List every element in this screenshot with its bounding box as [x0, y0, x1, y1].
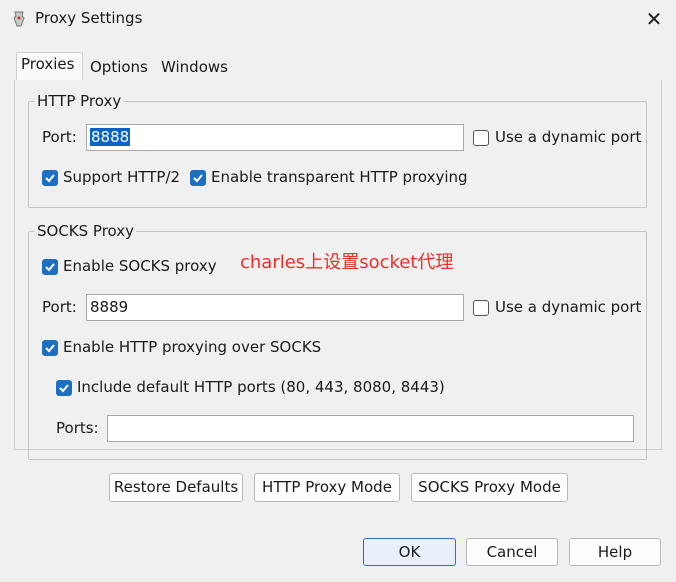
tab-options[interactable]: Options — [86, 56, 154, 81]
window-title: Proxy Settings — [35, 9, 143, 27]
http-port-label: Port: — [42, 128, 77, 146]
ok-button[interactable]: OK — [363, 538, 456, 566]
http-dynamic-port-checkbox[interactable] — [473, 130, 489, 146]
cancel-button[interactable]: Cancel — [466, 538, 558, 566]
restore-defaults-button[interactable]: Restore Defaults — [109, 473, 243, 502]
app-icon — [10, 10, 28, 28]
help-button[interactable]: Help — [569, 538, 661, 566]
annotation-text: charles上设置socket代理 — [240, 252, 454, 273]
check-icon — [45, 263, 55, 272]
http-proxy-group — [28, 101, 647, 208]
default-ports-checkbox[interactable] — [56, 380, 72, 396]
http-proxy-legend: HTTP Proxy — [35, 92, 124, 110]
http-over-socks-checkbox[interactable] — [42, 340, 58, 356]
tab-windows[interactable]: Windows — [157, 56, 233, 81]
check-icon — [45, 174, 55, 183]
check-icon — [59, 384, 69, 393]
close-icon[interactable]: ✕ — [640, 6, 668, 32]
http-over-socks-label: Enable HTTP proxying over SOCKS — [63, 338, 322, 356]
transparent-proxy-checkbox[interactable] — [190, 170, 206, 186]
title-bar: Proxy Settings ✕ — [0, 0, 676, 38]
http-proxy-mode-button[interactable]: HTTP Proxy Mode — [254, 473, 400, 502]
socks-proxy-legend: SOCKS Proxy — [35, 222, 137, 240]
http-dynamic-port-label: Use a dynamic port — [495, 128, 642, 146]
enable-socks-label: Enable SOCKS proxy — [63, 257, 217, 275]
tab-proxies[interactable]: Proxies — [16, 52, 83, 81]
enable-socks-checkbox[interactable] — [42, 259, 58, 275]
socks-proxy-mode-button[interactable]: SOCKS Proxy Mode — [411, 473, 568, 502]
socks-port-label: Port: — [42, 298, 77, 316]
default-ports-label: Include default HTTP ports (80, 443, 808… — [77, 378, 445, 396]
check-icon — [45, 344, 55, 353]
ports-label: Ports: — [56, 419, 99, 437]
http-port-value: 8888 — [90, 128, 131, 146]
socks-dynamic-port-checkbox[interactable] — [473, 300, 489, 316]
check-icon — [193, 174, 203, 183]
ports-input[interactable] — [107, 415, 634, 442]
socks-dynamic-port-label: Use a dynamic port — [495, 298, 642, 316]
transparent-proxy-label: Enable transparent HTTP proxying — [211, 168, 468, 186]
http-port-input[interactable]: 8888 — [86, 124, 464, 151]
http2-checkbox[interactable] — [42, 170, 58, 186]
socks-port-input[interactable]: 8889 — [86, 294, 464, 321]
http2-label: Support HTTP/2 — [63, 168, 181, 186]
